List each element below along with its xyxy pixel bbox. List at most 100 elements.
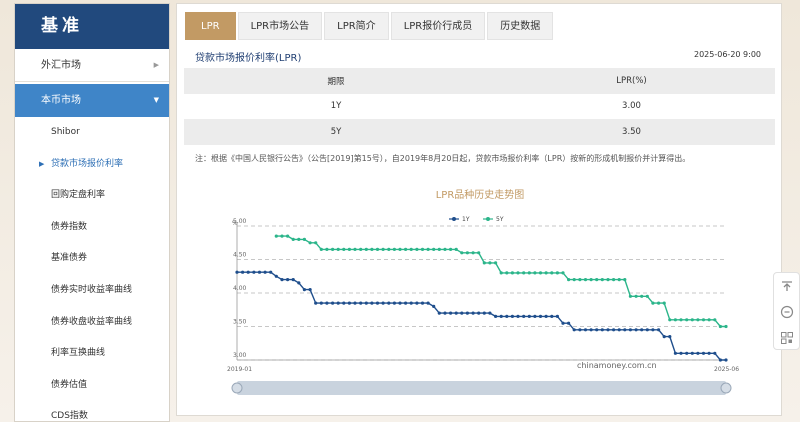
data-point-1y (381, 301, 385, 305)
data-point-5y (454, 247, 458, 251)
data-point-5y (505, 271, 509, 275)
data-point-5y (274, 234, 278, 238)
data-point-1y (634, 328, 638, 332)
zoom-handle-left[interactable] (231, 382, 243, 394)
y-tick-label: 4.50 (233, 252, 247, 259)
data-point-1y (707, 351, 711, 355)
data-point-1y (628, 328, 632, 332)
data-point-1y (673, 351, 677, 355)
data-point-1y (578, 328, 582, 332)
legend-marker (486, 217, 490, 221)
y-tick-label: 3.50 (233, 319, 247, 326)
sidebar-subitem-lpr[interactable]: ▶ 贷款市场报价利率 (15, 149, 169, 181)
data-point-1y (662, 335, 666, 339)
data-point-1y (257, 270, 262, 274)
data-point-1y (336, 301, 340, 305)
data-point-5y (578, 278, 582, 282)
data-point-5y (302, 237, 306, 241)
data-point-5y (286, 234, 290, 238)
data-point-5y (701, 318, 706, 322)
data-point-1y (561, 321, 565, 325)
feedback-icon[interactable] (774, 299, 799, 325)
data-point-5y (538, 271, 543, 275)
x-tick-label: 2019-01 (227, 366, 252, 373)
sidebar-subitem-cds-index[interactable]: CDS指数 (15, 401, 169, 422)
data-point-5y (415, 247, 419, 251)
sidebar-subitem-shibor[interactable]: Shibor (15, 117, 169, 149)
data-point-1y (589, 328, 593, 332)
data-point-5y (477, 251, 481, 255)
data-point-5y (426, 247, 430, 251)
data-point-5y (375, 247, 380, 251)
data-point-1y (302, 288, 306, 292)
data-point-5y (494, 261, 498, 265)
data-point-5y (657, 301, 661, 305)
data-point-1y (718, 358, 723, 362)
zoom-handle-right[interactable] (720, 382, 732, 394)
data-point-1y (342, 301, 346, 305)
data-point-1y (522, 314, 526, 318)
data-point-5y (353, 247, 357, 251)
legend-marker (452, 217, 456, 221)
data-point-1y (583, 328, 588, 332)
data-point-5y (432, 247, 436, 251)
legend-label[interactable]: 1Y (462, 216, 470, 223)
data-point-5y (690, 318, 694, 322)
data-point-5y (533, 271, 537, 275)
data-point-1y (724, 358, 728, 362)
data-point-1y (516, 314, 520, 318)
current-marker-icon: ▶ (39, 159, 45, 168)
data-point-1y (353, 301, 357, 305)
data-point-1y (286, 278, 290, 282)
zoom-slider-track[interactable] (237, 381, 726, 395)
sidebar-subitem-benchmark-bond[interactable]: 基准债券 (15, 243, 169, 275)
data-point-5y (617, 278, 621, 282)
data-point-1y (325, 301, 329, 305)
data-point-5y (544, 271, 548, 275)
data-point-5y (460, 251, 464, 255)
sidebar-subitem-closing-yield-curve[interactable]: 债券收盘收益率曲线 (15, 307, 169, 339)
data-point-1y (347, 301, 351, 305)
data-point-5y (398, 247, 402, 251)
data-point-5y (718, 324, 723, 329)
data-point-5y (499, 271, 503, 275)
data-point-5y (696, 318, 700, 322)
data-point-1y (471, 311, 475, 315)
data-point-5y (381, 247, 385, 251)
sidebar-subitem-repo-fixing[interactable]: 回购定盘利率 (15, 180, 169, 212)
data-point-5y (707, 318, 711, 322)
data-point-5y (679, 318, 683, 322)
data-point-1y (437, 311, 441, 315)
data-point-1y (477, 311, 481, 315)
data-point-1y (364, 301, 368, 305)
data-point-5y (651, 301, 655, 305)
data-point-5y (572, 278, 576, 282)
floating-toolbar (773, 272, 800, 350)
sidebar-subitem-realtime-yield-curve[interactable]: 债券实时收益率曲线 (15, 275, 169, 307)
data-point-5y (527, 271, 531, 275)
sidebar-subitem-bond-valuation[interactable]: 债券估值 (15, 370, 169, 402)
data-point-5y (600, 278, 604, 282)
data-point-5y (482, 261, 486, 265)
data-point-1y (443, 311, 447, 315)
sidebar-item-label: 外汇市场 (41, 60, 81, 71)
sidebar-item-fx-market[interactable]: 外汇市场 ▶ (15, 49, 169, 82)
data-point-5y (443, 247, 447, 251)
data-point-1y (690, 351, 694, 355)
legend-label[interactable]: 5Y (496, 216, 504, 223)
data-point-5y (364, 247, 368, 251)
data-point-1y (713, 351, 717, 355)
to-top-icon[interactable] (774, 273, 799, 299)
y-tick-label: 3.00 (233, 352, 247, 359)
data-point-5y (449, 247, 453, 251)
data-point-1y (510, 314, 514, 318)
sidebar-subitem-bond-index[interactable]: 债券指数 (15, 212, 169, 244)
data-point-5y (685, 318, 689, 322)
sidebar-subitem-irs-curve[interactable]: 利率互换曲线 (15, 338, 169, 370)
data-point-5y (555, 271, 559, 275)
qr-code-icon[interactable] (774, 325, 799, 351)
data-point-5y (331, 247, 335, 251)
data-point-1y (297, 281, 301, 285)
sidebar-item-rmb-market[interactable]: 本币市场 ▼ (15, 84, 169, 117)
data-point-5y (342, 247, 346, 251)
